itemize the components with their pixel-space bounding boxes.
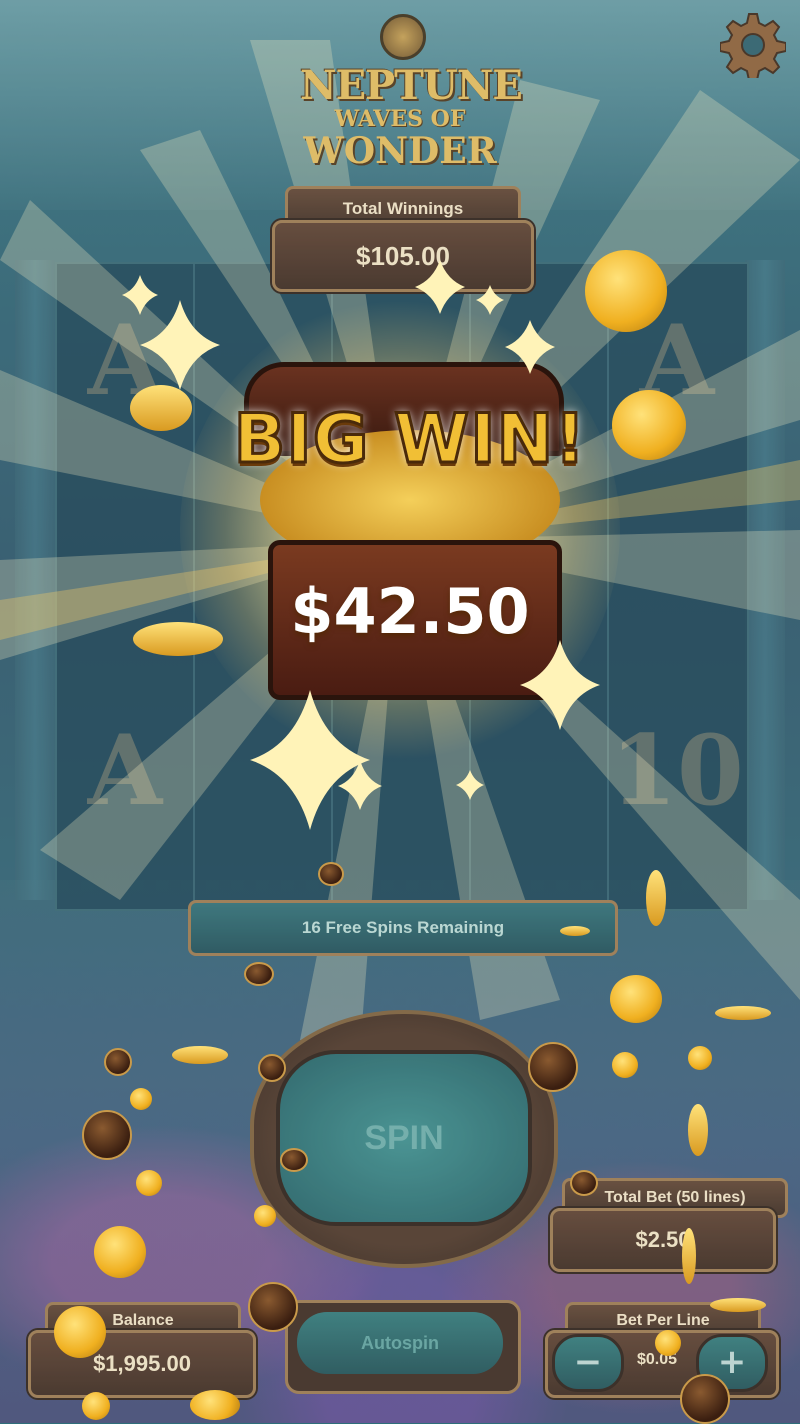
gold-coin [710, 1298, 766, 1312]
sparkle-icon [250, 690, 370, 830]
gold-coin [646, 870, 666, 926]
bronze-coin [528, 1042, 578, 1092]
gold-coin [682, 1228, 696, 1284]
gold-coin [130, 385, 192, 431]
gold-coin [54, 1306, 106, 1358]
sparkle-icon [140, 300, 220, 390]
sparkle-icon [520, 640, 600, 730]
gold-coin [82, 1392, 110, 1420]
sparkle-icon [415, 260, 465, 314]
gold-coin [172, 1046, 228, 1064]
bronze-coin [280, 1148, 308, 1172]
gold-coin [715, 1006, 771, 1020]
sparkle-icon [505, 320, 555, 374]
bronze-coin [570, 1170, 598, 1196]
sparkle-icon [122, 275, 158, 315]
sparkle-icon [456, 770, 484, 800]
gold-coin [612, 390, 686, 460]
bronze-coin [82, 1110, 132, 1160]
bronze-coin [680, 1374, 730, 1424]
gold-coin [133, 622, 223, 656]
gold-coin [585, 250, 667, 332]
gold-coin [612, 1052, 638, 1078]
gold-coin [655, 1330, 681, 1356]
gold-coin [94, 1226, 146, 1278]
sparkles [122, 260, 600, 830]
gold-coin [136, 1170, 162, 1196]
bronze-coin [244, 962, 274, 986]
bronze-coin [258, 1054, 286, 1082]
bronze-coin [104, 1048, 132, 1076]
sparkle-icon [476, 285, 504, 315]
gold-coin [688, 1104, 708, 1156]
bronze-coin [248, 1282, 298, 1332]
gold-coin [560, 926, 590, 936]
gold-coin [130, 1088, 152, 1110]
gold-coin [610, 975, 662, 1023]
bronze-coin [318, 862, 344, 886]
gold-coin [688, 1046, 712, 1070]
gold-coin [254, 1205, 276, 1227]
gold-coin [190, 1390, 240, 1420]
